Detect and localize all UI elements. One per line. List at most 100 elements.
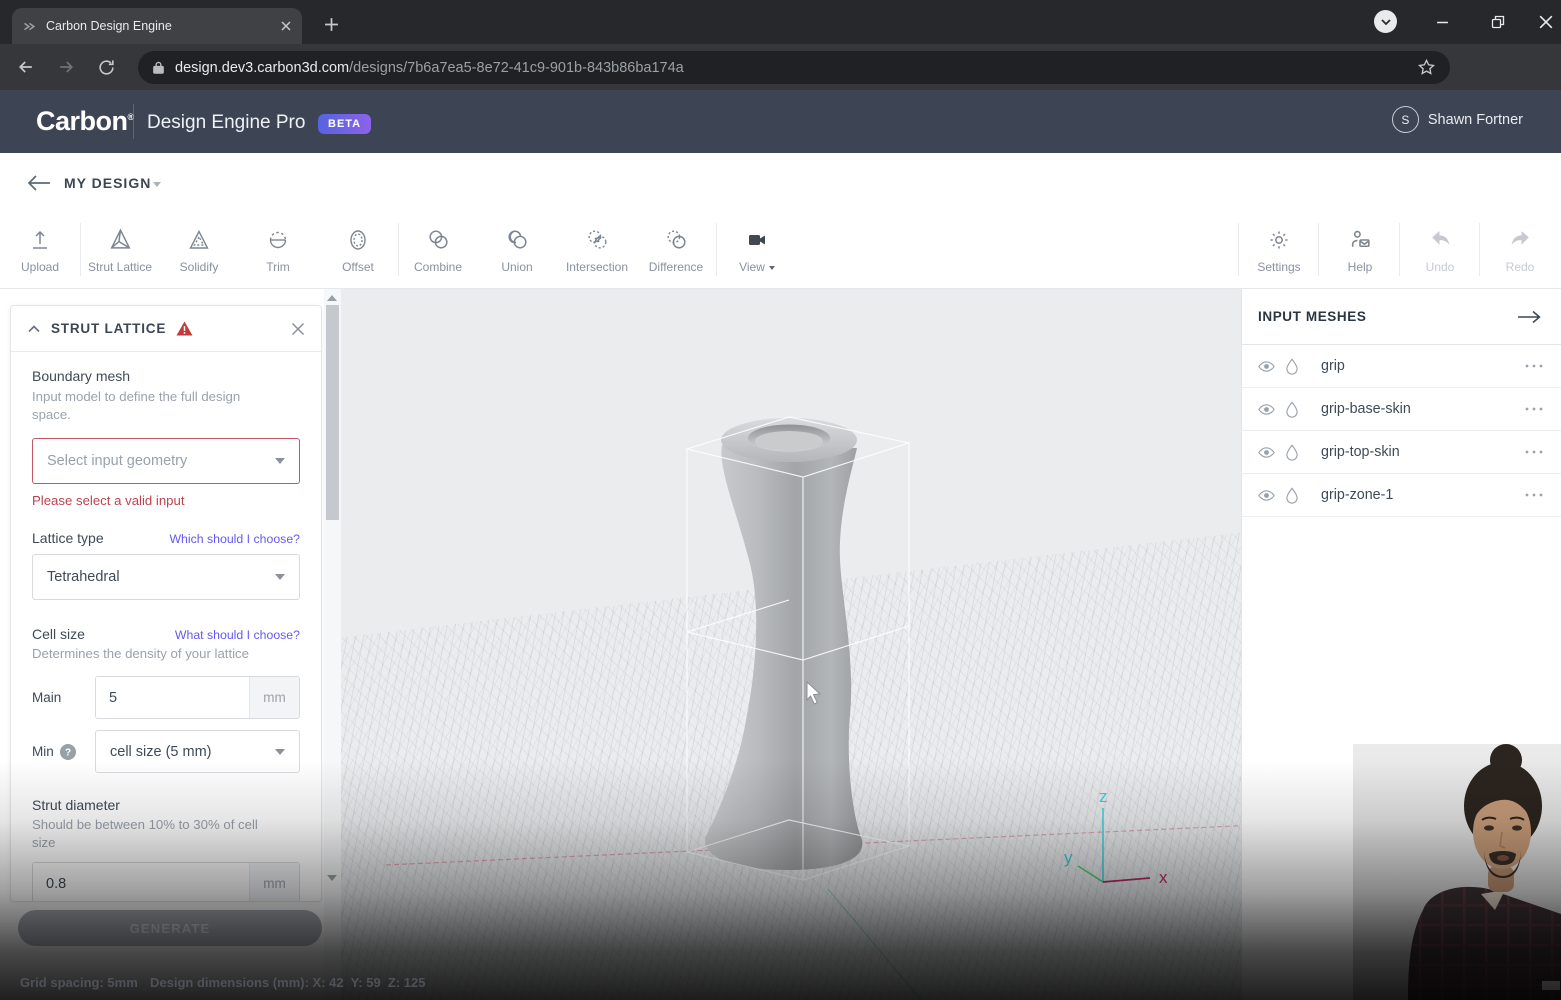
svg-text:?: ? [65, 747, 71, 758]
design-title[interactable]: MY DESIGN [64, 175, 151, 191]
axis-y-label: y [1064, 848, 1073, 867]
gear-icon [1240, 226, 1318, 253]
min-cell-size-select[interactable]: cell size (5 mm) [95, 730, 300, 773]
user-avatar[interactable]: S [1392, 106, 1419, 133]
back-arrow-icon[interactable] [26, 171, 52, 195]
visibility-eye-icon[interactable] [1258, 360, 1275, 373]
tab-title: Carbon Design Engine [46, 19, 280, 33]
carbon-logo: Carbon® [36, 106, 134, 137]
url-path: /designs/7b6a7ea5-8e72-41c9-901b-843b86b… [349, 60, 684, 76]
main-cell-size-input[interactable] [96, 677, 249, 718]
intersection-button[interactable]: Intersection [558, 226, 636, 278]
video-ui-fragment [1542, 981, 1560, 990]
difference-icon [637, 226, 715, 253]
generate-button[interactable]: GENERATE [18, 910, 322, 946]
mesh-row-grip[interactable]: grip [1242, 345, 1561, 388]
help-button[interactable]: Help [1321, 226, 1399, 278]
main-label: Main [32, 690, 95, 705]
toolbar-separator [1238, 223, 1239, 276]
tab-close-icon[interactable] [280, 20, 292, 32]
undo-button[interactable]: Undo [1401, 226, 1479, 278]
collapse-chevron-icon[interactable] [27, 324, 41, 334]
collapse-panel-arrow-icon[interactable] [1517, 310, 1541, 324]
visibility-eye-icon[interactable] [1258, 489, 1275, 502]
trim-button[interactable]: Trim [239, 226, 317, 278]
strut-lattice-button[interactable]: Strut Lattice [81, 226, 159, 278]
browser-url-bar: design.dev3.carbon3d.com/designs/7b6a7ea… [0, 44, 1561, 90]
app-header: Carbon® Design Engine Pro BETA S Shawn F… [0, 90, 1561, 153]
cell-size-help-link[interactable]: What should I choose? [175, 628, 300, 642]
scrollbar-thumb[interactable] [326, 305, 339, 520]
mesh-options-icon[interactable] [1525, 493, 1543, 497]
back-button[interactable] [12, 53, 40, 81]
mouse-cursor [804, 681, 824, 707]
window-close-button[interactable] [1531, 8, 1561, 36]
mesh-options-icon[interactable] [1525, 407, 1543, 411]
view-caret-icon [769, 266, 775, 270]
visibility-eye-icon[interactable] [1258, 446, 1275, 459]
mesh-row-grip-top-skin[interactable]: grip-top-skin [1242, 431, 1561, 474]
toolbar-separator [1399, 223, 1400, 276]
browser-tab[interactable]: Carbon Design Engine [12, 8, 302, 44]
mesh-droplet-icon [1285, 444, 1299, 461]
toolbar-separator [716, 223, 717, 276]
toolbar-separator [1479, 223, 1480, 276]
visibility-eye-icon[interactable] [1258, 403, 1275, 416]
beta-badge: BETA [318, 114, 371, 134]
url-domain: design.dev3.carbon3d.com [175, 60, 349, 76]
strut-diameter-input[interactable] [33, 863, 249, 902]
solidify-icon [160, 226, 238, 253]
reload-button[interactable] [92, 53, 120, 81]
difference-button[interactable]: Difference [637, 226, 715, 278]
scrollbar-down-arrow[interactable] [327, 875, 337, 881]
mesh-droplet-icon [1285, 401, 1299, 418]
forward-button[interactable] [52, 53, 80, 81]
union-icon [478, 226, 556, 253]
lattice-type-help-link[interactable]: Which should I choose? [169, 532, 300, 546]
offset-button[interactable]: Offset [319, 226, 397, 278]
mesh-options-icon[interactable] [1525, 364, 1543, 368]
mesh-droplet-icon [1285, 487, 1299, 504]
cell-size-label: Cell size [32, 626, 85, 642]
input-meshes-title: INPUT MESHES [1258, 309, 1366, 324]
close-icon[interactable] [291, 322, 305, 336]
boundary-mesh-select[interactable]: Select input geometry [32, 438, 300, 484]
lattice-type-value: Tetrahedral [47, 569, 120, 585]
browser-tab-strip: Carbon Design Engine [0, 0, 1561, 44]
window-restore-button[interactable] [1483, 8, 1513, 36]
panel-scrollbar[interactable] [324, 289, 341, 1000]
window-minimize-button[interactable] [1427, 8, 1457, 36]
mesh-row-grip-zone-1[interactable]: grip-zone-1 [1242, 474, 1561, 517]
lattice-type-label: Lattice type [32, 530, 104, 546]
media-controls-button[interactable] [1374, 10, 1397, 33]
address-bar[interactable]: design.dev3.carbon3d.com/designs/7b6a7ea… [138, 51, 1450, 84]
question-circle-icon[interactable]: ? [60, 744, 76, 760]
settings-button[interactable]: Settings [1240, 226, 1318, 278]
mesh-options-icon[interactable] [1525, 450, 1543, 454]
scrollbar-up-arrow[interactable] [327, 295, 337, 301]
redo-button[interactable]: Redo [1481, 226, 1559, 278]
axis-z-label: z [1099, 787, 1108, 806]
combine-button[interactable]: Combine [399, 226, 477, 278]
combine-icon [399, 226, 477, 253]
lock-icon [152, 60, 165, 75]
design-title-caret-icon[interactable] [153, 182, 161, 187]
grid-spacing-status: Grid spacing: 5mm [20, 975, 138, 990]
upload-button[interactable]: Upload [1, 226, 79, 278]
webcam-overlay [1353, 744, 1561, 1000]
solidify-button[interactable]: Solidify [160, 226, 238, 278]
bookmark-star-icon[interactable] [1417, 58, 1436, 77]
upload-icon [1, 226, 79, 253]
trim-icon [239, 226, 317, 253]
new-tab-button[interactable] [318, 11, 344, 37]
chevron-down-icon [275, 458, 285, 464]
min-label: Min [32, 744, 54, 759]
user-menu[interactable]: S Shawn Fortner [1392, 106, 1523, 133]
min-cell-size-value: cell size (5 mm) [110, 744, 212, 760]
mesh-row-grip-base-skin[interactable]: grip-base-skin [1242, 388, 1561, 431]
warning-icon [176, 321, 193, 336]
mesh-name: grip-zone-1 [1321, 487, 1393, 503]
lattice-type-select[interactable]: Tetrahedral [32, 554, 300, 600]
view-button[interactable]: View [718, 226, 796, 278]
union-button[interactable]: Union [478, 226, 556, 278]
